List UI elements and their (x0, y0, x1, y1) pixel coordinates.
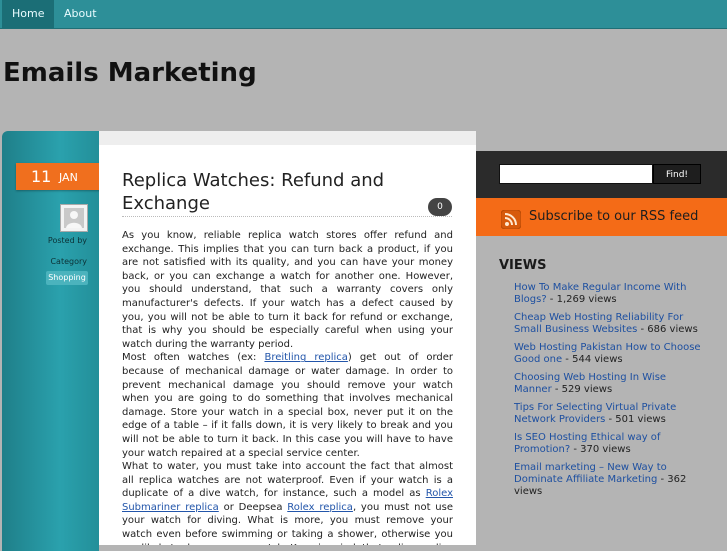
comment-count-badge[interactable]: 0 (428, 198, 452, 216)
views-item: Cheap Web Hosting Reliability For Small … (514, 312, 698, 335)
category-label: Category (50, 257, 87, 266)
post-paragraph: Most often watches (ex: Breitling replic… (122, 352, 454, 459)
post-title[interactable]: Replica Watches: Refund and Exchange (122, 169, 402, 215)
top-nav: Home About (0, 0, 727, 29)
post-meta-column (2, 131, 99, 551)
post-paragraph: As you know, reliable replica watch stor… (122, 230, 453, 350)
views-item: How To Make Regular Income With Blogs? -… (514, 282, 687, 305)
views-item: Tips For Selecting Virtual Private Netwo… (514, 402, 677, 425)
post-paragraph: What to water, you must take into accoun… (122, 461, 453, 545)
date-day: 11 (31, 167, 52, 186)
rolex-replica-link[interactable]: Rolex replica (287, 502, 353, 513)
breitling-replica-link[interactable]: Breitling replica (264, 352, 347, 363)
post-body: As you know, reliable replica watch stor… (122, 229, 453, 545)
rss-subscribe-bar[interactable]: Subscribe to our RSS feed (476, 198, 727, 236)
views-list: How To Make Regular Income With Blogs? -… (514, 282, 706, 504)
views-item: Choosing Web Hosting In Wise Manner - 52… (514, 372, 667, 395)
views-heading: VIEWS (499, 258, 547, 273)
rss-icon (501, 210, 521, 229)
search-input[interactable] (499, 164, 653, 184)
date-badge: 11 JAN (16, 163, 112, 190)
find-button[interactable]: Find! (653, 164, 701, 184)
user-avatar-icon (64, 208, 84, 228)
post-content: Replica Watches: Refund and Exchange 0 A… (99, 145, 476, 545)
site-title[interactable]: Emails Marketing (3, 58, 257, 88)
date-month: JAN (59, 171, 78, 184)
author-avatar[interactable] (60, 204, 88, 232)
rss-subscribe-link[interactable]: Subscribe to our RSS feed (529, 209, 698, 224)
views-item: Email marketing – New Way to Dominate Af… (514, 462, 687, 497)
category-tag[interactable]: Shopping (46, 271, 88, 285)
views-item-link[interactable]: Email marketing – New Way to Dominate Af… (514, 462, 667, 485)
views-item: Web Hosting Pakistan How to Choose Good … (514, 342, 701, 365)
nav-home[interactable]: Home (2, 0, 55, 28)
nav-about[interactable]: About (54, 0, 107, 28)
posted-by-label: Posted by (47, 236, 87, 245)
views-item: Is SEO Hosting Ethical way of Promotion?… (514, 432, 661, 455)
title-divider (122, 216, 452, 217)
content-top-strip (99, 131, 476, 145)
